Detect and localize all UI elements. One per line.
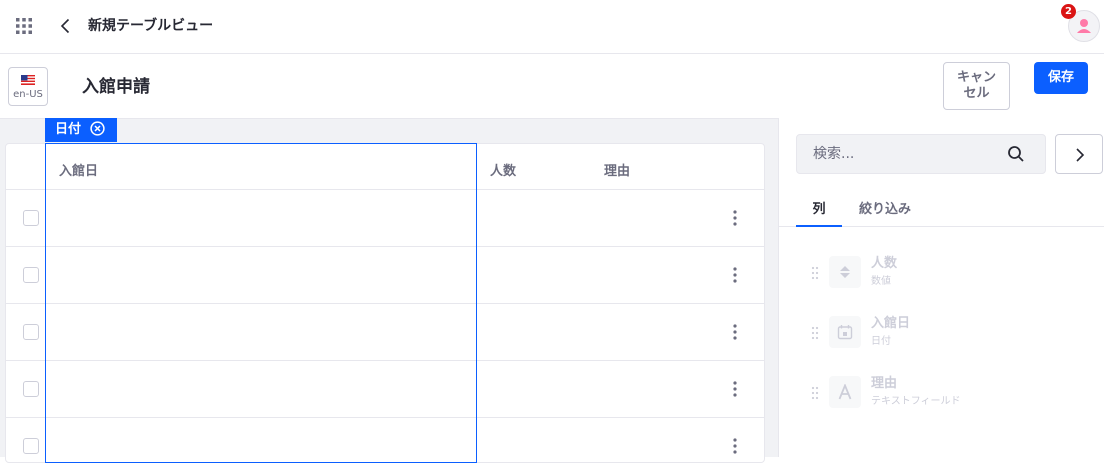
- page-title: 入館申請: [82, 77, 150, 97]
- panel-tabs: 列 絞り込み: [779, 202, 1104, 227]
- locale-selector[interactable]: en-US: [8, 67, 48, 106]
- back-arrow-icon[interactable]: [56, 16, 76, 36]
- tab-columns[interactable]: 列: [796, 202, 842, 227]
- calendar-icon: [837, 325, 853, 340]
- us-flag-icon: [21, 75, 35, 85]
- app-title: 新規テーブルビュー: [88, 18, 214, 34]
- cancel-button[interactable]: キャン セル: [943, 62, 1010, 110]
- fields-sidebar: 列 絞り込み 人数 数値 入館日 日付 理由: [778, 118, 1104, 457]
- row-checkbox[interactable]: [23, 438, 39, 454]
- kebab-menu-icon[interactable]: [730, 266, 740, 284]
- drag-handle-icon[interactable]: [811, 386, 819, 400]
- field-type-icon-box: [829, 376, 861, 408]
- field-item[interactable]: 人数 数値: [807, 256, 1087, 296]
- drag-handle-icon[interactable]: [811, 326, 819, 340]
- field-name: 理由: [871, 376, 898, 391]
- search-icon[interactable]: [1007, 145, 1025, 163]
- row-checkbox[interactable]: [23, 267, 39, 283]
- field-type: 数値: [871, 276, 891, 287]
- remove-column-icon[interactable]: [89, 121, 105, 136]
- field-item[interactable]: 入館日 日付: [807, 316, 1087, 356]
- selected-column-type: 日付: [55, 122, 82, 137]
- kebab-menu-icon[interactable]: [730, 323, 740, 341]
- collapse-panel-button[interactable]: [1055, 134, 1103, 174]
- row-checkbox[interactable]: [23, 381, 39, 397]
- field-name: 人数: [871, 256, 898, 271]
- selected-column-outline: [45, 143, 477, 463]
- selected-column-tag[interactable]: 日付: [45, 118, 117, 142]
- locale-label: en-US: [13, 89, 43, 100]
- number-icon: [840, 266, 850, 278]
- field-type: 日付: [871, 336, 891, 347]
- field-item[interactable]: 理由 テキストフィールド: [807, 376, 1087, 416]
- kebab-menu-icon[interactable]: [730, 380, 740, 398]
- app-grid-icon[interactable]: [16, 18, 32, 34]
- row-checkbox[interactable]: [23, 210, 39, 226]
- field-type-icon-box: [829, 256, 861, 288]
- field-type: テキストフィールド: [871, 396, 961, 407]
- chevron-right-icon: [1076, 148, 1085, 162]
- field-type-icon-box: [829, 316, 861, 348]
- tab-filters[interactable]: 絞り込み: [855, 202, 915, 227]
- drag-handle-icon[interactable]: [811, 266, 819, 280]
- row-checkbox[interactable]: [23, 324, 39, 340]
- text-icon: [838, 384, 852, 400]
- column-header-reason[interactable]: 理由: [604, 160, 630, 179]
- notification-badge: 2: [1061, 4, 1076, 19]
- search-input[interactable]: [797, 135, 997, 173]
- field-search: [796, 134, 1046, 174]
- kebab-menu-icon[interactable]: [730, 437, 740, 455]
- field-name: 入館日: [871, 316, 911, 331]
- top-navbar: 新規テーブルビュー 2: [0, 0, 1104, 54]
- kebab-menu-icon[interactable]: [730, 209, 740, 227]
- save-button[interactable]: 保存: [1034, 62, 1088, 94]
- column-header-headcount[interactable]: 人数: [490, 160, 516, 179]
